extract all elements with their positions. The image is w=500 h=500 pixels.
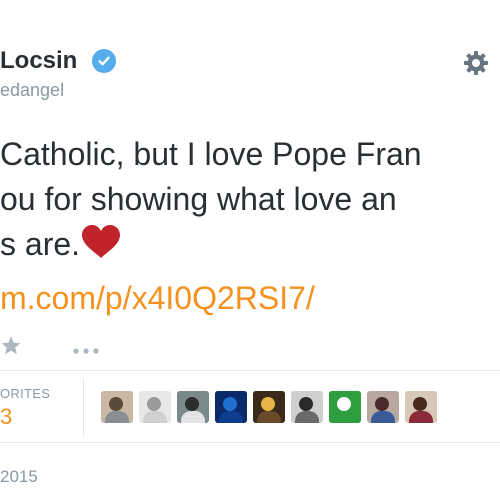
favoriter-avatar[interactable] <box>139 391 171 423</box>
favoriter-avatar[interactable] <box>329 391 361 423</box>
divider <box>0 370 500 371</box>
favoriter-avatar[interactable] <box>101 391 133 423</box>
divider <box>0 442 500 443</box>
favorites-label[interactable]: ORITES <box>0 386 50 401</box>
stats-divider <box>83 378 84 436</box>
gear-icon[interactable] <box>461 48 491 78</box>
favoriter-avatar[interactable] <box>405 391 437 423</box>
tweet-link[interactable]: m.com/p/x4I0Q2RSI7/ <box>0 276 315 321</box>
tweet-text: Catholic, but I love Pope Fran ou for sh… <box>0 132 422 267</box>
favoriter-avatar[interactable] <box>291 391 323 423</box>
tweet-line: Catholic, but I love Pope Fran <box>0 136 422 172</box>
verified-badge-icon <box>92 49 116 73</box>
favoriter-avatars <box>101 391 437 423</box>
favorites-count[interactable]: 3 <box>0 404 12 430</box>
favoriter-avatar[interactable] <box>253 391 285 423</box>
tweet-line-text: s are. <box>0 226 81 262</box>
user-handle[interactable]: edangel <box>0 80 64 101</box>
display-name[interactable]: Locsin <box>0 47 77 75</box>
favoriter-avatar[interactable] <box>177 391 209 423</box>
tweet-line: ou for showing what love an <box>0 181 397 217</box>
tweet-line-last: s are. <box>0 222 422 267</box>
more-dots-icon[interactable] <box>72 342 100 360</box>
tweet-date[interactable]: 2015 <box>0 467 38 487</box>
heart-emoji-icon <box>81 225 121 271</box>
favoriter-avatar[interactable] <box>367 391 399 423</box>
star-icon[interactable] <box>0 335 22 362</box>
favoriter-avatar[interactable] <box>215 391 247 423</box>
